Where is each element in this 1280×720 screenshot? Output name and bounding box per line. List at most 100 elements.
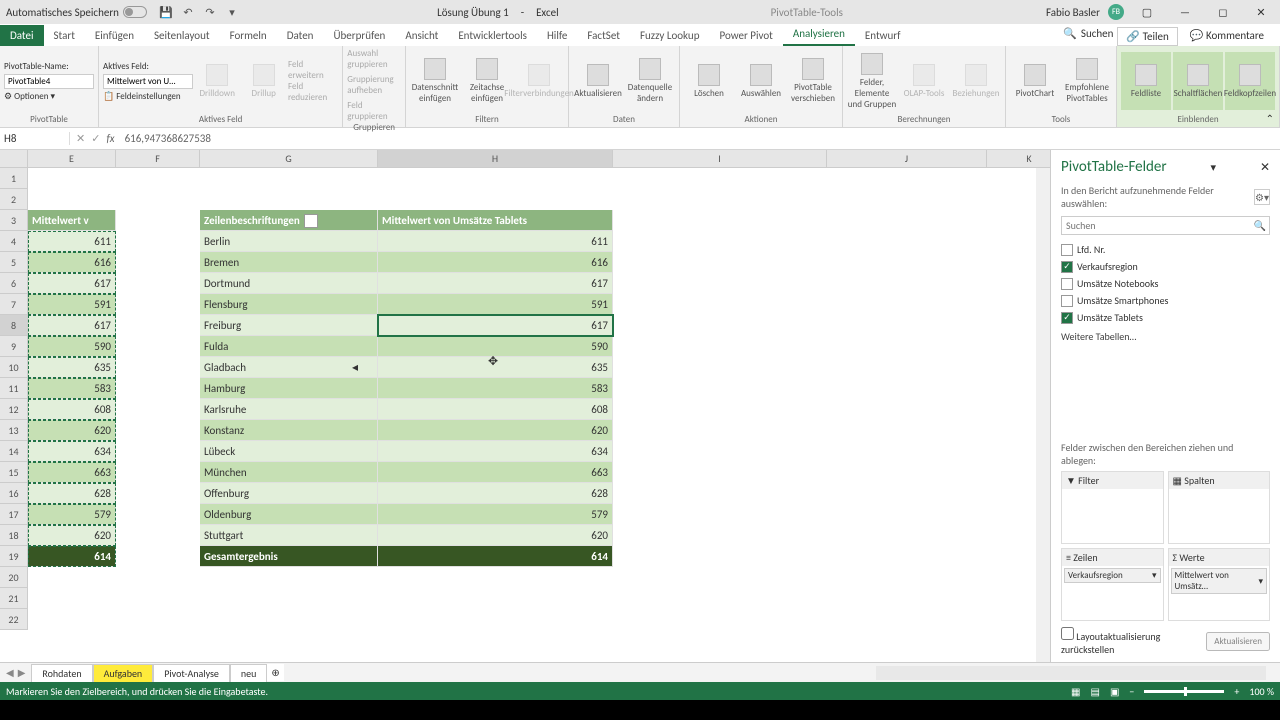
cell[interactable]: 617 <box>378 273 613 294</box>
row-header[interactable]: 13 <box>0 420 28 441</box>
row-header[interactable]: 15 <box>0 462 28 483</box>
cell[interactable]: 663 <box>28 462 116 483</box>
ribbon-mode-icon[interactable]: ▢ <box>1132 2 1162 22</box>
tab-hilfe[interactable]: Hilfe <box>537 25 577 46</box>
pv-name-input[interactable] <box>4 74 94 89</box>
tab-analysieren[interactable]: Analysieren <box>783 23 855 46</box>
fields-button[interactable]: Felder, Elemente und Gruppen <box>847 52 897 110</box>
checkbox-icon[interactable] <box>1061 278 1073 290</box>
timeline-button[interactable]: Zeitachse einfügen <box>462 52 512 110</box>
cell[interactable]: 616 <box>378 252 613 273</box>
cell[interactable]: Mittelwert v <box>28 210 116 231</box>
cell[interactable]: 617 <box>378 315 613 336</box>
row-header[interactable]: 7 <box>0 294 28 315</box>
clear-button[interactable]: Löschen <box>684 52 734 110</box>
cell[interactable]: Gladbach <box>200 357 378 378</box>
refresh-button[interactable]: Aktualisieren <box>573 52 623 110</box>
collapse-ribbon-icon[interactable]: ⌃ <box>1266 112 1274 125</box>
col-header[interactable]: I <box>613 150 827 168</box>
row-header[interactable]: 3 <box>0 210 28 231</box>
minimize-icon[interactable]: — <box>1170 2 1200 22</box>
row-header[interactable]: 14 <box>0 441 28 462</box>
val-pill[interactable]: Mittelwert von Umsätz…▾ <box>1171 568 1268 594</box>
row-header[interactable]: 9 <box>0 336 28 357</box>
row-header[interactable]: 2 <box>0 189 28 210</box>
cell[interactable]: 591 <box>28 294 116 315</box>
autosave-toggle[interactable] <box>123 6 147 18</box>
share-button[interactable]: 🔗 Teilen <box>1117 27 1177 46</box>
pv-options-button[interactable]: ⚙ Optionen ▾ <box>4 91 94 102</box>
col-header[interactable]: J <box>827 150 987 168</box>
zone-values[interactable]: Σ WerteMittelwert von Umsätz…▾ <box>1168 548 1271 621</box>
panel-close-icon[interactable]: ✕ <box>1260 160 1270 175</box>
sheet-next-icon[interactable]: ▶ <box>18 666 26 679</box>
cell[interactable]: 635 <box>378 357 613 378</box>
name-box[interactable]: H8 <box>0 132 70 145</box>
field-item[interactable]: ✓Umsätze Tablets <box>1061 309 1270 326</box>
row-header[interactable]: 8 <box>0 315 28 336</box>
cell[interactable]: Gesamtergebnis <box>200 546 378 567</box>
cell[interactable]: Freiburg <box>200 315 378 336</box>
field-item[interactable]: Umsätze Notebooks <box>1061 275 1270 292</box>
col-header[interactable]: G <box>200 150 378 168</box>
comments-button[interactable]: 💬 Kommentare <box>1182 27 1272 46</box>
cell[interactable]: Flensburg <box>200 294 378 315</box>
row-header[interactable]: 10 <box>0 357 28 378</box>
defer-checkbox[interactable]: Layoutaktualisierung zurückstellen <box>1061 627 1206 656</box>
cell[interactable]: 620 <box>28 420 116 441</box>
view-normal-icon[interactable]: ▦ <box>1071 685 1080 698</box>
cell[interactable]: 579 <box>378 504 613 525</box>
row-header[interactable]: 18 <box>0 525 28 546</box>
close-icon[interactable]: ✕ <box>1246 2 1276 22</box>
filter-dropdown-icon[interactable] <box>304 214 318 228</box>
cell[interactable]: München <box>200 462 378 483</box>
tab-ansicht[interactable]: Ansicht <box>395 25 448 46</box>
cell[interactable]: 583 <box>28 378 116 399</box>
cell[interactable]: Stuttgart <box>200 525 378 546</box>
headers-button[interactable]: Feldkopfzeilen <box>1225 52 1275 110</box>
cell[interactable]: 635 <box>28 357 116 378</box>
field-settings-button[interactable]: 📋 Feldeinstellungen <box>103 91 193 102</box>
field-search-input[interactable] <box>1061 216 1270 235</box>
tab-file[interactable]: Datei <box>0 25 44 46</box>
sheet-tab[interactable]: Pivot-Analyse <box>153 664 230 682</box>
zoom-in-icon[interactable]: + <box>1234 685 1239 698</box>
row-header[interactable]: 6 <box>0 273 28 294</box>
sheet-prev-icon[interactable]: ◀ <box>6 666 14 679</box>
move-button[interactable]: PivotTable verschieben <box>788 52 838 110</box>
col-header[interactable]: H <box>378 150 613 168</box>
zoom-out-icon[interactable]: − <box>1129 685 1134 698</box>
cell[interactable]: 628 <box>28 483 116 504</box>
cell[interactable]: Bremen <box>200 252 378 273</box>
cell[interactable]: 617 <box>28 273 116 294</box>
checkbox-icon[interactable]: ✓ <box>1061 312 1073 324</box>
search-label[interactable]: Suchen <box>1081 27 1114 46</box>
cell[interactable]: Fulda <box>200 336 378 357</box>
cell[interactable]: 634 <box>28 441 116 462</box>
cell[interactable]: 590 <box>28 336 116 357</box>
field-item[interactable]: Umsätze Smartphones <box>1061 292 1270 309</box>
zone-columns[interactable]: ▦ Spalten <box>1168 471 1271 544</box>
cell[interactable]: 634 <box>378 441 613 462</box>
cell[interactable]: Dortmund <box>200 273 378 294</box>
tab-einfügen[interactable]: Einfügen <box>85 25 144 46</box>
tab-seitenlayout[interactable]: Seitenlayout <box>144 25 220 46</box>
row-header[interactable]: 22 <box>0 609 28 630</box>
checkbox-icon[interactable]: ✓ <box>1061 261 1073 273</box>
sheet-tab[interactable]: Rohdaten <box>31 664 92 682</box>
cell[interactable]: Lübeck <box>200 441 378 462</box>
col-header[interactable]: E <box>28 150 116 168</box>
horizontal-scrollbar[interactable] <box>876 666 1266 680</box>
cell[interactable]: 591 <box>378 294 613 315</box>
row-header[interactable]: 19 <box>0 546 28 567</box>
field-item[interactable]: ✓Verkaufsregion <box>1061 258 1270 275</box>
row-header[interactable]: 16 <box>0 483 28 504</box>
cell[interactable]: 663 <box>378 462 613 483</box>
fx-icon[interactable]: fx <box>106 132 114 145</box>
cell[interactable]: 590 <box>378 336 613 357</box>
qat-more-icon[interactable]: ▾ <box>225 5 239 19</box>
maximize-icon[interactable]: ◻ <box>1208 2 1238 22</box>
zoom-slider[interactable] <box>1144 690 1224 693</box>
cell[interactable]: Karlsruhe <box>200 399 378 420</box>
new-sheet-button[interactable]: ⊕ <box>267 664 283 681</box>
